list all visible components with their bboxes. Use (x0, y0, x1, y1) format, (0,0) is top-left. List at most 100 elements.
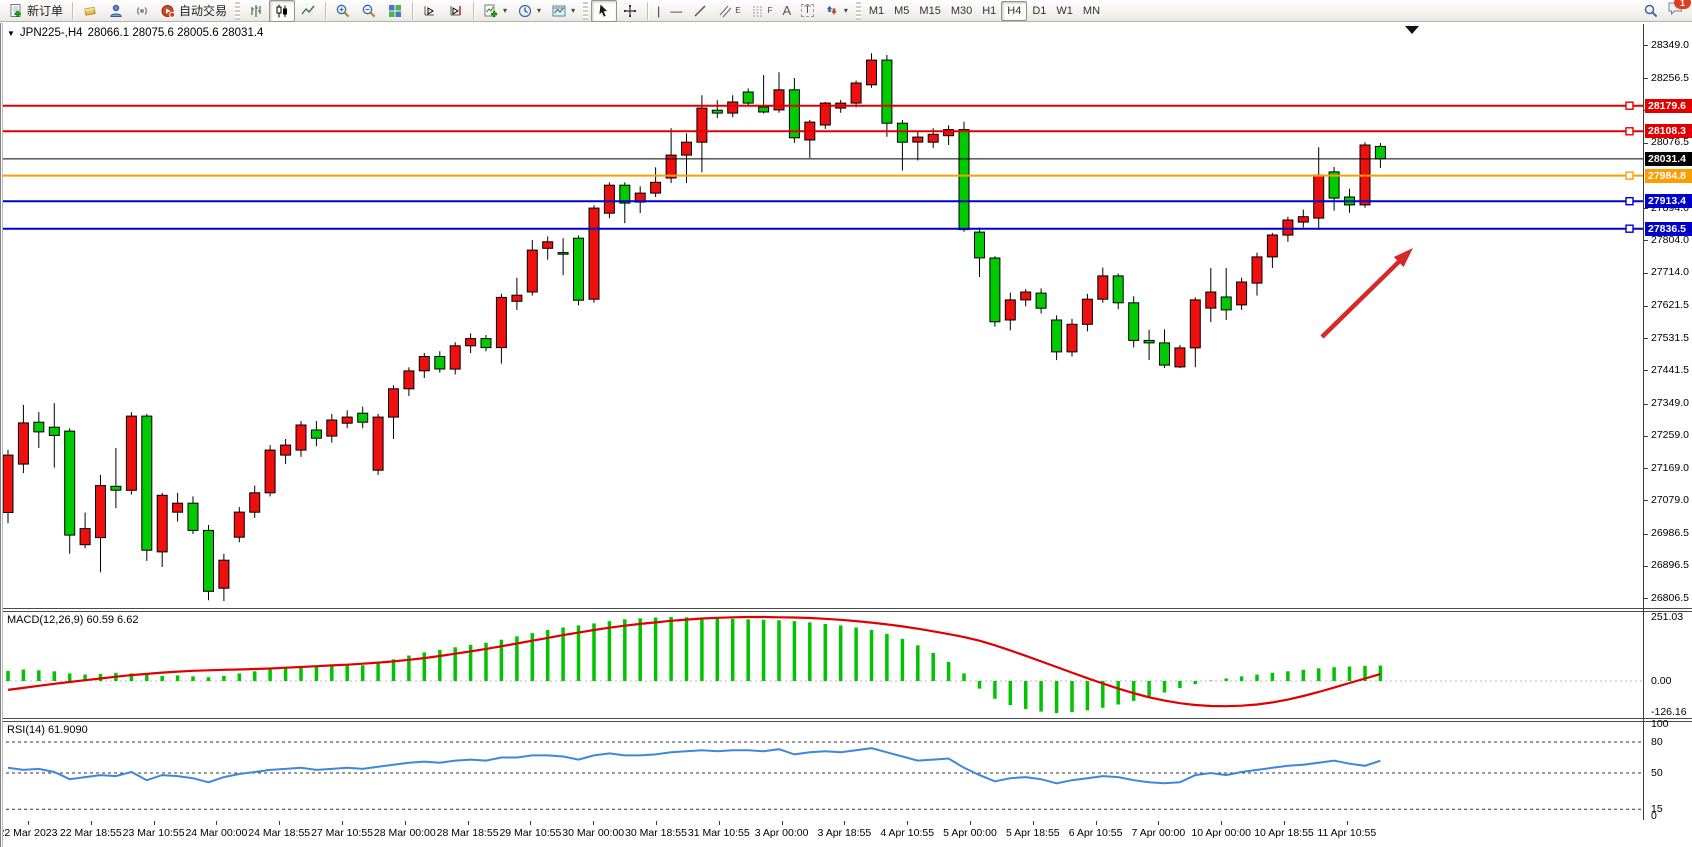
auto-trading-button[interactable]: 自动交易 (155, 0, 232, 22)
indicators-button[interactable]: ▾ (478, 0, 512, 22)
line-chart-button[interactable] (295, 0, 321, 22)
fibonacci-tool[interactable]: F (746, 0, 778, 22)
tab-mn[interactable]: MN (1078, 2, 1105, 20)
bar-chart-button[interactable] (243, 0, 269, 22)
time-tick-label: 5 Apr 18:55 (1006, 827, 1060, 839)
candle-body (234, 512, 244, 537)
text-tool[interactable]: A (777, 0, 796, 22)
candle-body (496, 297, 506, 347)
channel-icon (718, 3, 732, 19)
crosshair-tool-button[interactable] (617, 0, 643, 22)
time-tick-label: 7 Apr 00:00 (1132, 827, 1186, 839)
zoom-out-button[interactable] (356, 0, 382, 22)
collapse-triangle-icon[interactable]: ▼ (7, 29, 15, 38)
candle-body (204, 530, 214, 591)
tile-windows-button[interactable] (382, 0, 408, 22)
new-order-button[interactable]: 新订单 (3, 0, 68, 22)
rsi-panel[interactable] (0, 722, 1643, 821)
periods-button[interactable]: ▾ (512, 0, 546, 22)
text-label-tool[interactable]: T (796, 0, 819, 22)
price-tick-label: 27259.0 (1651, 429, 1689, 441)
panel-separator[interactable] (0, 611, 1692, 612)
trend-arrow-annotation[interactable] (1322, 248, 1413, 337)
profile-button[interactable] (103, 0, 129, 22)
time-tick (1033, 821, 1034, 825)
vertical-line-tool[interactable]: | (652, 0, 665, 22)
time-tick (1221, 821, 1222, 825)
horizontal-line-tool[interactable]: — (665, 0, 687, 22)
candle-body (1237, 282, 1247, 305)
time-tick (154, 821, 155, 825)
candlestick-chart[interactable] (0, 24, 1643, 608)
auto-scroll-button[interactable] (417, 0, 443, 22)
tab-m30[interactable]: M30 (946, 2, 977, 20)
candle-body (1113, 276, 1123, 303)
price-line-badge: 27913.4 (1645, 194, 1692, 208)
channel-tool[interactable]: E (713, 0, 745, 22)
candlestick-chart-button[interactable] (269, 0, 295, 22)
trendline-tool[interactable] (687, 0, 713, 22)
candle-body (728, 102, 738, 113)
candle-body (173, 503, 183, 512)
arrows-tool[interactable]: ▾ (819, 0, 853, 22)
time-axis[interactable]: 22 Mar 202322 Mar 18:5523 Mar 10:5524 Ma… (0, 821, 1692, 847)
candle-body (373, 417, 383, 470)
notifications-button[interactable]: 1 (1667, 0, 1684, 21)
line-handle (1626, 225, 1633, 232)
fibo-f-glyph: F (768, 6, 773, 15)
candle-body (1129, 303, 1139, 341)
text-a-icon: A (782, 4, 791, 17)
time-tick (28, 821, 29, 825)
candle-body (527, 250, 537, 292)
candle-body (574, 238, 584, 300)
search-icon[interactable] (1643, 3, 1659, 19)
tab-m5[interactable]: M5 (889, 2, 914, 20)
panel-separator[interactable] (0, 718, 1692, 719)
time-tick (656, 821, 657, 825)
price-tick (1644, 534, 1648, 535)
macd-panel[interactable] (0, 612, 1643, 718)
signals-button[interactable] (129, 0, 155, 22)
fibonacci-icon (751, 3, 765, 19)
tab-h1[interactable]: H1 (977, 2, 1001, 20)
price-tick (1644, 45, 1648, 46)
candle-body (1144, 340, 1154, 343)
time-tick (216, 821, 217, 825)
templates-button[interactable]: ▾ (546, 0, 580, 22)
candle-body (990, 258, 1000, 322)
panel-separator[interactable] (0, 608, 1692, 609)
market-watch-button[interactable] (77, 0, 103, 22)
candle-body (80, 529, 90, 545)
time-tick-label: 24 Mar 18:55 (248, 827, 310, 839)
crosshair-icon (622, 3, 638, 19)
hline-icon: — (670, 5, 682, 17)
candle-body (1298, 217, 1308, 222)
time-tick (405, 821, 406, 825)
zoom-in-button[interactable] (330, 0, 356, 22)
time-tick-label: 3 Apr 00:00 (755, 827, 809, 839)
candle-body (1314, 175, 1324, 218)
tab-m1[interactable]: M1 (864, 2, 889, 20)
cursor-tool-button[interactable] (591, 0, 617, 22)
time-tick-label: 30 Mar 18:55 (625, 827, 687, 839)
macd-axis-label: -126.16 (1651, 706, 1687, 718)
candle-body (682, 142, 692, 155)
symbol-period-label: JPN225-,H4 (20, 27, 83, 39)
tab-d1[interactable]: D1 (1027, 2, 1051, 20)
tab-m15[interactable]: M15 (914, 2, 945, 20)
macd-label: MACD(12,26,9) 60.59 6.62 (7, 614, 138, 626)
candle-body (543, 242, 553, 249)
candle-body (1267, 235, 1277, 257)
candle-body (466, 339, 476, 346)
candle-body (157, 495, 167, 552)
tab-w1[interactable]: W1 (1051, 2, 1078, 20)
signal-icon (134, 3, 150, 19)
divider (325, 2, 326, 20)
divider (72, 2, 73, 20)
price-axis[interactable]: 28349.028256.528166.528076.527894.027804… (1644, 23, 1692, 843)
tab-h4[interactable]: H4 (1001, 1, 1027, 21)
candle-body (867, 60, 877, 85)
panel-separator[interactable] (0, 721, 1692, 722)
chart-shift-button[interactable] (443, 0, 469, 22)
time-tick-label: 3 Apr 18:55 (818, 827, 872, 839)
